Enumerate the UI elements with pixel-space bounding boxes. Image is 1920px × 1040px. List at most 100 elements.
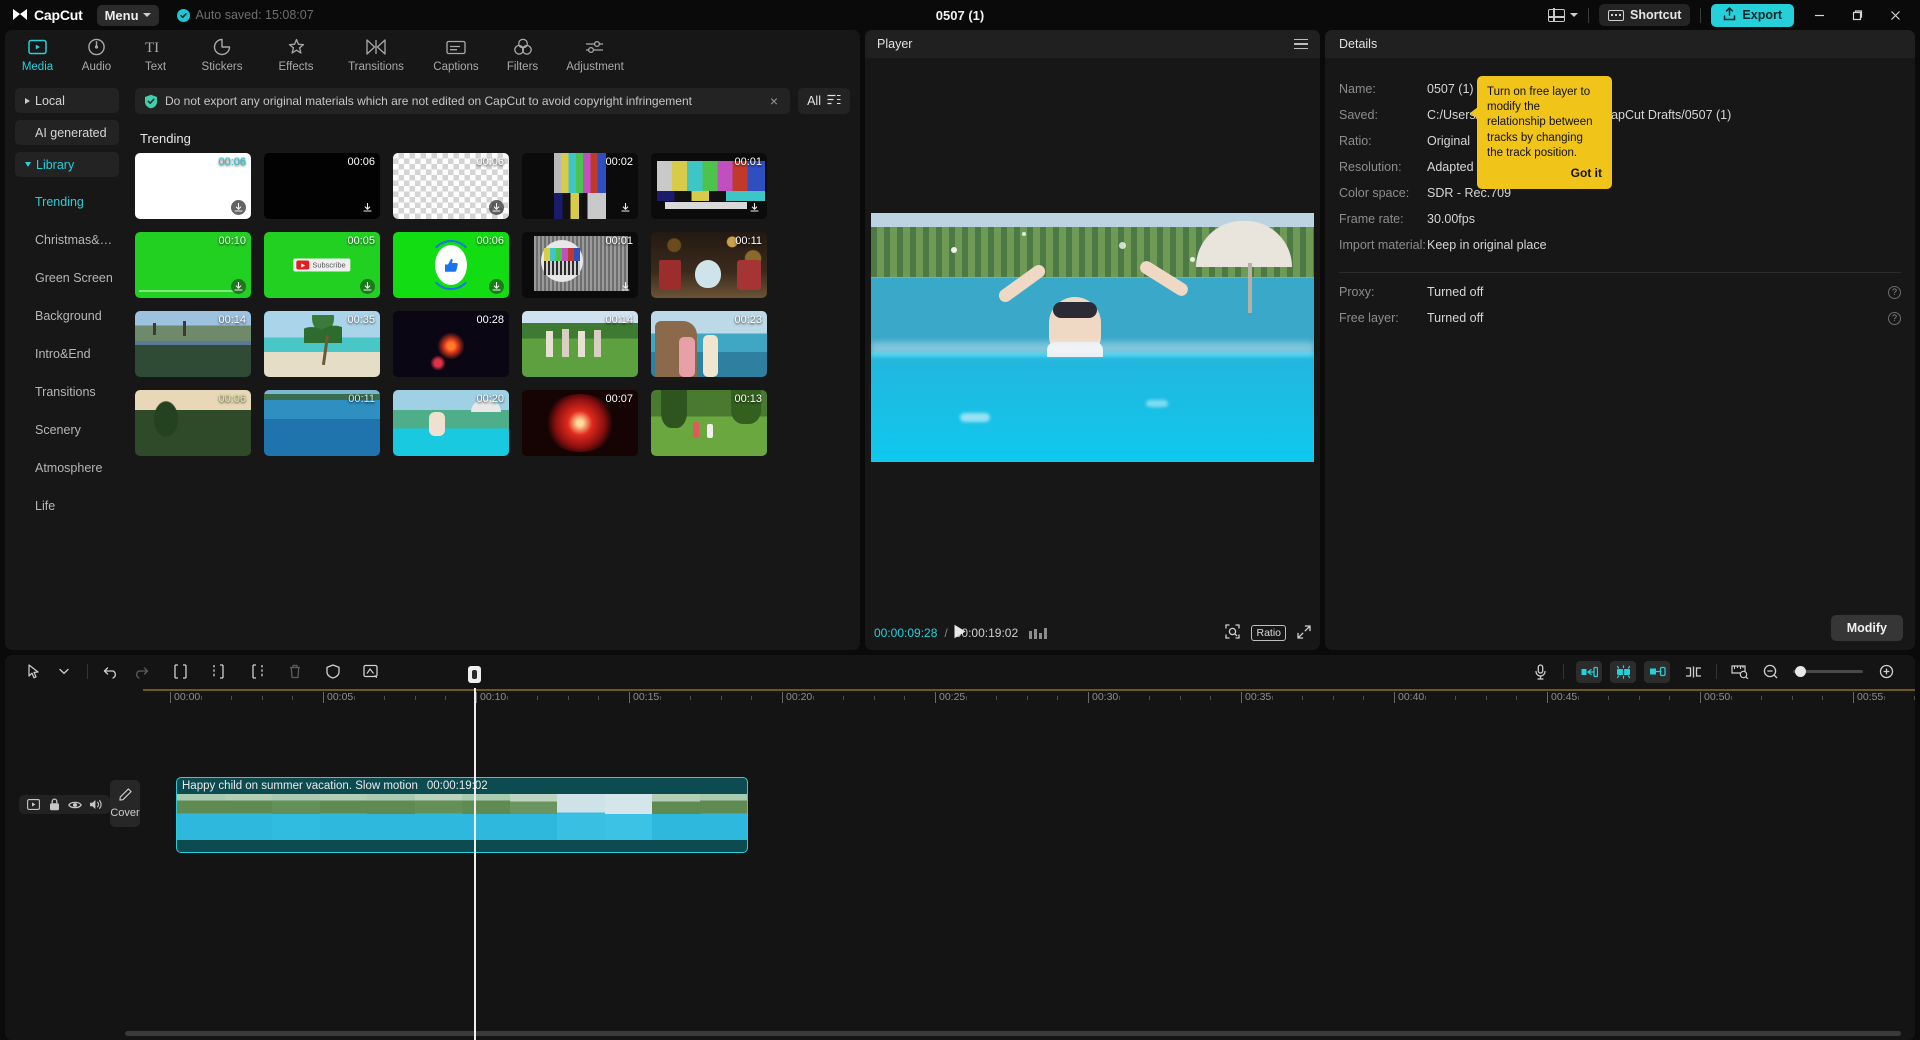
audio-separate-icon[interactable] (356, 659, 386, 685)
mask-icon[interactable] (318, 659, 348, 685)
tab-media[interactable]: Media (9, 31, 66, 79)
sidebar-item-scenery[interactable]: Scenery (15, 412, 119, 448)
help-icon[interactable]: ? (1888, 312, 1901, 325)
minimize-button[interactable] (1800, 0, 1838, 30)
tool-dropdown-icon[interactable] (49, 659, 79, 685)
playhead[interactable] (474, 688, 476, 1040)
export-button[interactable]: Export (1711, 4, 1794, 27)
media-thumbnail[interactable]: 00:06 (264, 153, 380, 219)
media-thumbnail[interactable]: 00:13 (651, 390, 767, 456)
filter-button[interactable]: All (798, 88, 850, 114)
player-menu-icon[interactable] (1294, 39, 1308, 50)
download-icon[interactable] (618, 200, 633, 215)
playhead-grip[interactable] (468, 666, 481, 683)
got-it-button[interactable]: Got it (1487, 166, 1602, 182)
tab-audio[interactable]: Audio (68, 31, 125, 79)
timeline-hscrollbar[interactable] (125, 1031, 1901, 1036)
zoom-in-icon[interactable] (1871, 659, 1901, 685)
media-thumbnail[interactable]: 00:06 (393, 153, 509, 219)
sidebar-item-ai-generated[interactable]: AI generated (15, 120, 119, 145)
sidebar-item-intro-end[interactable]: Intro&End (15, 336, 119, 372)
tab-effects[interactable]: Effects (260, 31, 332, 79)
fullscreen-icon[interactable] (1297, 625, 1311, 642)
media-thumbnail[interactable]: 00:14 (522, 311, 638, 377)
media-thumbnail[interactable]: 00:07 (522, 390, 638, 456)
media-thumbnail[interactable]: Subscribe 00:05 (264, 232, 380, 298)
media-thumbnail[interactable]: 00:01 (522, 232, 638, 298)
tab-adjustment[interactable]: Adjustment (553, 31, 637, 79)
media-thumbnail[interactable]: 00:02 (522, 153, 638, 219)
timecode-format-icon[interactable] (1029, 628, 1047, 639)
timeline-clip[interactable]: Happy child on summer vacation. Slow mot… (176, 777, 748, 853)
track-video-icon[interactable] (24, 797, 42, 813)
media-thumbnail[interactable]: 00:10 (135, 232, 251, 298)
timeline-ruler[interactable]: 00:00 00:05 00:10 00:15 00:20 00:25 00:3… (5, 688, 1915, 710)
sidebar-item-life[interactable]: Life (15, 488, 119, 524)
download-icon[interactable] (618, 279, 633, 294)
video-preview[interactable] (871, 213, 1314, 462)
redo-icon[interactable] (126, 659, 156, 685)
timeline-canvas[interactable]: Cover Happy child on summer vacation. Sl… (5, 710, 1915, 1040)
cover-button[interactable]: Cover (110, 780, 140, 827)
download-icon[interactable] (231, 279, 246, 294)
trim-left-icon[interactable] (204, 659, 234, 685)
detail-value[interactable]: Turned off (1427, 311, 1483, 325)
media-thumbnail[interactable]: 00:06 (135, 153, 251, 219)
sidebar-item-local[interactable]: Local (15, 88, 119, 113)
close-icon[interactable]: × (767, 94, 781, 108)
close-button[interactable] (1876, 0, 1914, 30)
media-thumbnail[interactable]: 00:11 (264, 390, 380, 456)
zoom-slider-knob[interactable] (1795, 666, 1806, 677)
timeline-zoom-fit-icon[interactable] (1725, 659, 1755, 685)
ratio-button[interactable]: Ratio (1251, 625, 1286, 641)
download-icon[interactable] (360, 279, 375, 294)
modify-button[interactable]: Modify (1831, 615, 1903, 641)
trim-right-icon[interactable] (242, 659, 272, 685)
sidebar-item-christmas[interactable]: Christmas&… (15, 222, 119, 258)
media-thumbnail[interactable]: 00:23 (651, 311, 767, 377)
tab-stickers[interactable]: Stickers (186, 31, 258, 79)
shortcut-button[interactable]: Shortcut (1599, 4, 1690, 26)
tab-filters[interactable]: Filters (494, 31, 551, 79)
scrollbar-thumb[interactable] (125, 1031, 1901, 1036)
link-clips-icon[interactable] (1644, 661, 1670, 683)
select-tool-icon[interactable] (19, 659, 49, 685)
zoom-fit-icon[interactable] (1225, 624, 1240, 642)
snap-magnet-icon[interactable] (1610, 661, 1636, 683)
download-icon[interactable] (489, 279, 504, 294)
download-icon[interactable] (489, 200, 504, 215)
sidebar-item-green-screen[interactable]: Green Screen (15, 260, 119, 296)
media-thumbnail[interactable]: 00:01 (651, 153, 767, 219)
media-thumbnail[interactable]: 00:14 (135, 311, 251, 377)
zoom-out-icon[interactable] (1755, 659, 1785, 685)
sidebar-item-atmosphere[interactable]: Atmosphere (15, 450, 119, 486)
layout-button[interactable] (1538, 9, 1588, 22)
media-thumbnail[interactable]: 00:06 (135, 390, 251, 456)
microphone-icon[interactable] (1525, 659, 1555, 685)
detail-value[interactable]: Turned off (1427, 285, 1483, 299)
timeline-zoom-slider[interactable] (1793, 670, 1863, 673)
track-mute-icon[interactable] (87, 797, 105, 813)
sidebar-item-background[interactable]: Background (15, 298, 119, 334)
maximize-button[interactable] (1838, 0, 1876, 30)
tab-captions[interactable]: Captions (420, 31, 492, 79)
tab-transitions[interactable]: Transitions (334, 31, 418, 79)
media-thumbnail[interactable]: 00:06 (393, 232, 509, 298)
help-icon[interactable]: ? (1888, 286, 1901, 299)
menu-button[interactable]: Menu (97, 5, 159, 26)
split-clip-icon[interactable] (1678, 659, 1708, 685)
sidebar-item-transitions[interactable]: Transitions (15, 374, 119, 410)
auto-ripple-icon[interactable] (1576, 661, 1602, 683)
media-thumbnail[interactable]: 00:28 (393, 311, 509, 377)
sidebar-item-library[interactable]: Library (15, 152, 119, 177)
download-icon[interactable] (360, 200, 375, 215)
media-thumbnail[interactable]: 00:11 (651, 232, 767, 298)
track-lock-icon[interactable] (45, 797, 63, 813)
play-button[interactable] (954, 624, 967, 642)
tab-text[interactable]: TI Text (127, 31, 184, 79)
track-visibility-icon[interactable] (66, 797, 84, 813)
undo-icon[interactable] (96, 659, 126, 685)
media-thumbnail[interactable]: 00:35 (264, 311, 380, 377)
split-icon[interactable] (166, 659, 196, 685)
download-icon[interactable] (231, 200, 246, 215)
